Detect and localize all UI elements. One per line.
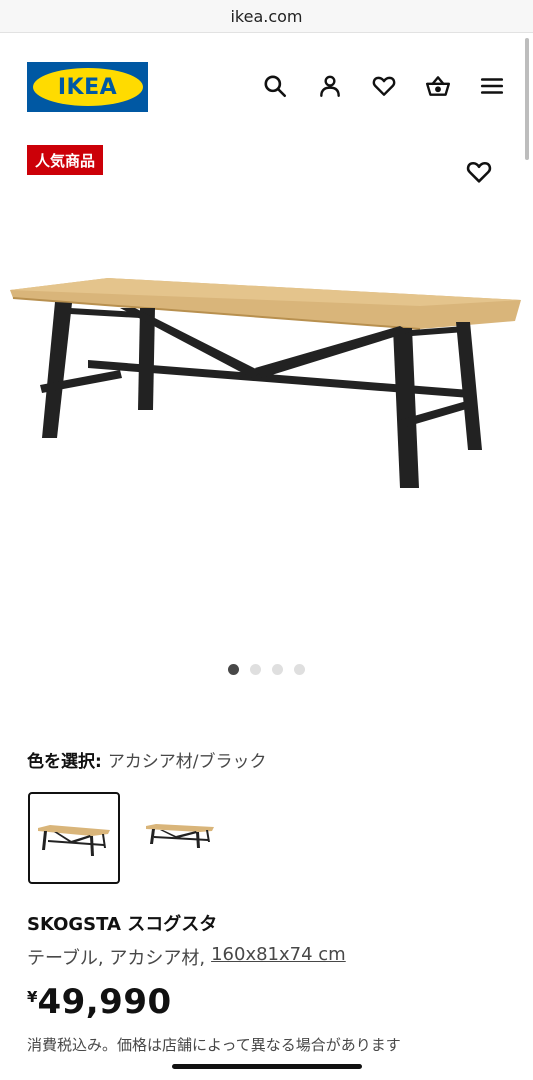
product-image[interactable] xyxy=(0,250,533,500)
product-name: SKOGSTA スコグスタ xyxy=(27,914,218,935)
color-swatch-selected[interactable] xyxy=(28,792,120,884)
color-swatch[interactable] xyxy=(130,792,222,884)
carousel-dot[interactable] xyxy=(294,664,305,675)
image-carousel-dots[interactable] xyxy=(0,664,533,675)
favorite-heart-icon[interactable] xyxy=(465,158,493,186)
table-legs xyxy=(40,302,482,488)
ikea-logo[interactable]: IKEA xyxy=(27,62,148,112)
product-size-link[interactable]: 160x81x74 cm xyxy=(211,944,346,970)
product-description: テーブル, アカシア材, xyxy=(27,948,206,969)
carousel-dot[interactable] xyxy=(228,664,239,675)
popular-badge: 人気商品 xyxy=(27,145,104,175)
color-selection: 色を選択: アカシア材/ブラック xyxy=(27,747,267,772)
product-price: ¥ 49,990 xyxy=(27,982,172,1022)
heart-icon[interactable] xyxy=(370,72,398,100)
product-description-row: テーブル, アカシア材, 160x81x74 cm xyxy=(27,944,346,970)
logo-oval: IKEA xyxy=(32,68,143,106)
account-icon[interactable] xyxy=(316,72,344,100)
home-indicator[interactable] xyxy=(172,1064,362,1069)
scrollbar[interactable] xyxy=(525,38,529,160)
swatch-table-image xyxy=(146,824,214,848)
menu-icon[interactable] xyxy=(478,72,506,100)
browser-url-bar[interactable]: ikea.com xyxy=(0,0,533,33)
color-selection-value: アカシア材/ブラック xyxy=(107,752,267,772)
search-icon[interactable] xyxy=(261,72,289,100)
tax-note: 消費税込み。価格は店舗によって異なる場合があります xyxy=(27,1036,401,1054)
swatch-table-image xyxy=(38,825,110,856)
price-currency: ¥ xyxy=(27,988,38,1006)
cart-icon[interactable] xyxy=(424,72,452,100)
price-value: 49,990 xyxy=(37,982,172,1022)
url-text: ikea.com xyxy=(230,6,303,26)
carousel-dot[interactable] xyxy=(250,664,261,675)
logo-text: IKEA xyxy=(57,74,118,100)
carousel-dot[interactable] xyxy=(272,664,283,675)
color-selection-label: 色を選択: xyxy=(27,752,102,772)
